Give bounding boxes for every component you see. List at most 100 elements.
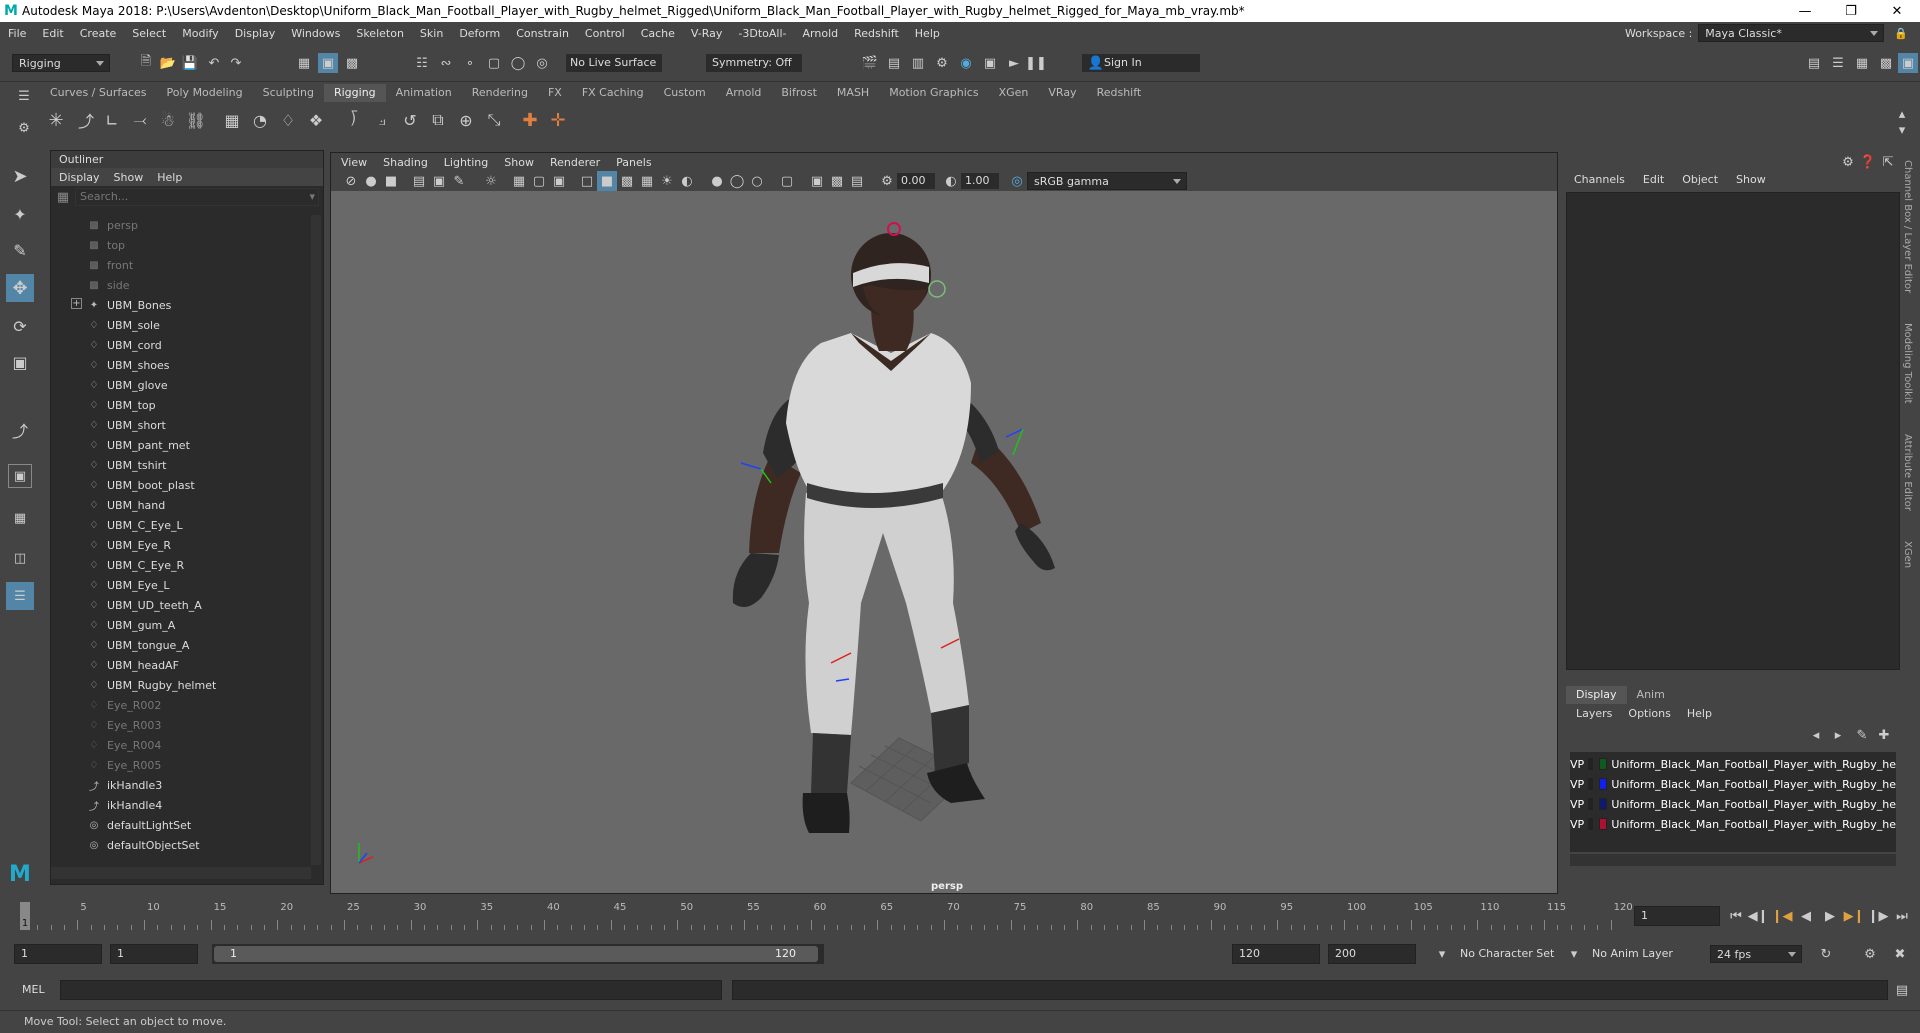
move-layer-down-icon[interactable]: ▸ — [1828, 725, 1848, 745]
shelf-tab-sculpting[interactable]: Sculpting — [253, 84, 324, 102]
menu-edit[interactable]: Edit — [34, 27, 71, 40]
shelf-tab-rigging[interactable]: Rigging — [323, 84, 386, 102]
menu-create[interactable]: Create — [72, 27, 125, 40]
anim-layer-icon[interactable]: ▾ — [1564, 944, 1584, 964]
outliner-item[interactable]: ♢ UBM_hand — [51, 495, 311, 515]
ik-handle-tool-icon[interactable]: ⤴ — [76, 110, 96, 131]
layer-visibility-toggle[interactable]: V — [1570, 758, 1578, 771]
channel-menu-channels[interactable]: Channels — [1574, 173, 1625, 186]
select-tool-icon[interactable]: ➤ — [10, 166, 30, 187]
bind-skin-icon[interactable]: ▦ — [222, 110, 242, 130]
pause-icon[interactable]: ❚❚ — [1025, 53, 1047, 73]
layer-visibility-toggle[interactable]: V — [1570, 818, 1578, 831]
workspace-dropdown[interactable]: Maya Classic* — [1698, 24, 1885, 42]
layer-menu-options[interactable]: Options — [1628, 707, 1670, 720]
layer-tab-anim[interactable]: Anim — [1627, 686, 1675, 704]
shelf-tab-vray[interactable]: VRay — [1038, 84, 1086, 102]
xray-icon[interactable]: ▣ — [807, 171, 827, 191]
use-all-lights-icon[interactable]: ☀ — [657, 171, 677, 191]
maximize-icon[interactable]: ❐ — [1828, 4, 1874, 19]
animation-preferences-icon[interactable]: ✖ — [1890, 944, 1910, 964]
quick-rig-icon[interactable]: ☃ — [158, 110, 178, 130]
tool-settings-toggle-icon[interactable]: ▦ — [1852, 53, 1872, 73]
viewport-menu-renderer[interactable]: Renderer — [550, 156, 600, 169]
layer-visibility-toggle[interactable]: V — [1570, 778, 1578, 791]
single-perspective-layout-icon[interactable]: ▣ — [8, 464, 32, 488]
grid-toggle-icon[interactable]: ▦ — [509, 171, 529, 191]
outliner-vscrollbar[interactable] — [311, 215, 321, 865]
menu-modify[interactable]: Modify — [174, 27, 226, 40]
outliner-item[interactable]: ♢ UBM_C_Eye_R — [51, 555, 311, 575]
symmetry-dropdown[interactable]: Symmetry: Off — [706, 54, 802, 72]
viewport-panel[interactable]: View Shading Lighting Show Renderer Pane… — [330, 152, 1558, 894]
search-dropdown-icon[interactable]: ▾ — [309, 189, 315, 205]
layer-name[interactable]: Uniform_Black_Man_Football_Player_with_R… — [1611, 818, 1896, 831]
color-space-dropdown[interactable]: sRGB gamma — [1027, 172, 1187, 190]
command-input[interactable] — [60, 980, 722, 1000]
layer-color-swatch[interactable] — [1599, 758, 1608, 770]
save-scene-icon[interactable]: 💾 — [180, 53, 200, 73]
lasso-tool-icon[interactable]: ✦ — [10, 204, 30, 224]
menu-set-dropdown[interactable]: Rigging — [12, 54, 110, 72]
shelf-settings-icon[interactable]: ⚙ — [14, 118, 34, 138]
shelf-tab-poly-modeling[interactable]: Poly Modeling — [157, 84, 253, 102]
exposure-icon[interactable]: ⚙ — [877, 171, 897, 191]
menu-skeleton[interactable]: Skeleton — [348, 27, 412, 40]
current-time-marker[interactable]: 1 — [20, 902, 30, 930]
expand-icon[interactable]: + — [71, 298, 82, 309]
menu-control[interactable]: Control — [577, 27, 633, 40]
shelf-menu-icon[interactable]: ☰ — [14, 86, 34, 106]
outliner-item[interactable]: ♢ UBM_UD_teeth_A — [51, 595, 311, 615]
shelf-tab-xgen[interactable]: XGen — [989, 84, 1039, 102]
menu-redshift[interactable]: Redshift — [846, 27, 907, 40]
outliner-item[interactable]: ⤴ ikHandle3 — [51, 775, 311, 795]
vray-frame-buffer-icon[interactable]: ▣ — [980, 53, 1000, 73]
outliner-item[interactable]: ♢ Eye_R005 — [51, 755, 311, 775]
script-editor-icon[interactable]: ▤ — [1892, 980, 1912, 1000]
live-surface-field[interactable]: No Live Surface — [566, 54, 662, 72]
exposure-field[interactable]: 0.00 — [897, 173, 935, 189]
side-tab-modeling-toolkit[interactable]: Modeling Toolkit — [1902, 323, 1913, 404]
xray-active-icon[interactable]: ▩ — [827, 171, 847, 191]
layer-hscrollbar[interactable] — [1570, 854, 1896, 866]
channel-box-content[interactable] — [1566, 192, 1900, 670]
undo-icon[interactable]: ↶ — [204, 53, 224, 73]
layer-type-toggle[interactable] — [1588, 778, 1594, 790]
filter-icon[interactable]: ▦ — [55, 188, 71, 206]
end-time-field[interactable]: 200 — [1328, 944, 1416, 964]
paint-weights-icon[interactable]: ◔ — [250, 110, 270, 130]
layer-menu-layers[interactable]: Layers — [1576, 707, 1612, 720]
layer-color-swatch[interactable] — [1599, 818, 1608, 830]
snap-curve-icon[interactable]: ∾ — [436, 53, 456, 73]
new-layer-selected-icon[interactable]: ✚ — [1874, 725, 1894, 745]
xray-components-icon[interactable]: ▤ — [847, 171, 867, 191]
grease-pencil-icon[interactable]: ✎ — [449, 171, 469, 191]
close-icon[interactable]: ✕ — [1874, 4, 1920, 19]
outliner-item[interactable]: ◎ defaultLightSet — [51, 815, 311, 835]
outliner-item[interactable]: ♢ UBM_tongue_A — [51, 635, 311, 655]
locator-tool-icon[interactable]: ✛ — [548, 110, 568, 131]
snap-point-icon[interactable]: ∘ — [460, 53, 480, 73]
orient-constraint-icon[interactable]: ↺ — [400, 110, 420, 130]
start-time-field[interactable]: 1 — [14, 944, 102, 964]
persp-outliner-layout-icon[interactable]: ◫ — [8, 546, 32, 570]
viewport-menu-show[interactable]: Show — [504, 156, 534, 169]
layer-playback-toggle[interactable]: P — [1578, 758, 1585, 771]
menu-select[interactable]: Select — [124, 27, 174, 40]
outliner-item[interactable]: ⤴ ikHandle4 — [51, 795, 311, 815]
outliner-item[interactable]: ♢ UBM_cord — [51, 335, 311, 355]
maya-home-icon[interactable]: M — [6, 860, 34, 888]
shelf-tab-fx-caching[interactable]: FX Caching — [572, 84, 654, 102]
snap-grid-icon[interactable]: ☷ — [412, 53, 432, 73]
shelf-tab-fx[interactable]: FX — [538, 84, 572, 102]
shelf-tab-rendering[interactable]: Rendering — [462, 84, 538, 102]
shelf-tab-custom[interactable]: Custom — [654, 84, 716, 102]
shelf-tab-arnold[interactable]: Arnold — [716, 84, 772, 102]
outliner-item[interactable]: ♢ UBM_top — [51, 395, 311, 415]
wireframe-on-shaded-icon[interactable]: ▩ — [617, 171, 637, 191]
pole-vector-icon[interactable]: ⤡ — [484, 110, 504, 130]
layer-tab-display[interactable]: Display — [1566, 686, 1627, 704]
menu-cache[interactable]: Cache — [633, 27, 683, 40]
display-layer-row[interactable]: V P Uniform_Black_Man_Football_Player_wi… — [1570, 814, 1896, 834]
outliner-item[interactable]: ▩ front — [51, 255, 311, 275]
